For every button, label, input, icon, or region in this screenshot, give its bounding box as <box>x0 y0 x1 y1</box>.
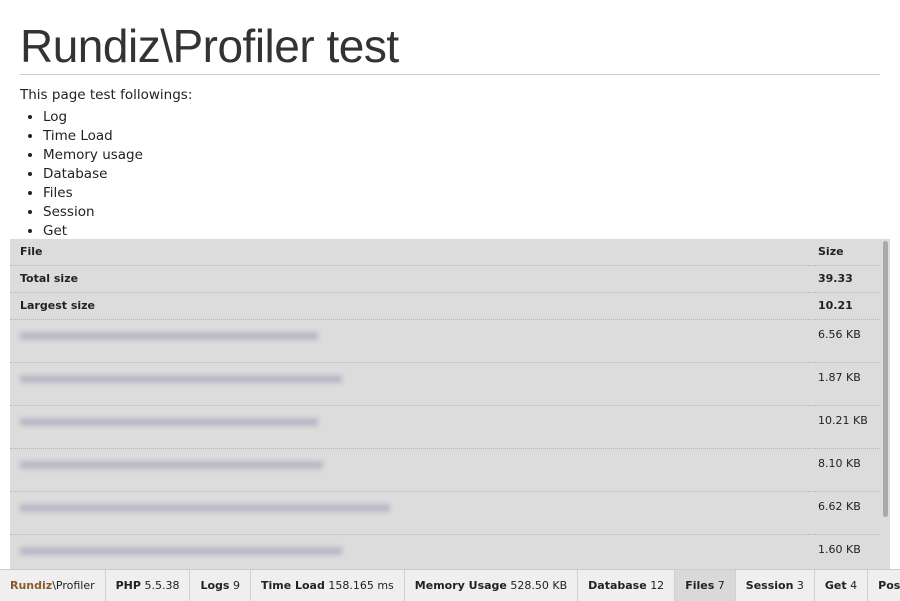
file-size: 6.56 KB <box>818 328 861 341</box>
tab-logs[interactable]: Logs 9 <box>190 570 251 601</box>
tab-label: Get <box>824 579 847 592</box>
largest-size-value: 10.21 KB <box>818 299 853 312</box>
feature-list: Log Time Load Memory usage Database File… <box>20 108 143 241</box>
total-size-label: Total size <box>20 272 79 285</box>
tab-label: Files <box>685 579 715 592</box>
table-row: 6.56 KB <box>10 319 880 363</box>
table-row: 1.60 KB <box>10 534 880 570</box>
blurred-file-path <box>20 375 342 383</box>
file-size: 1.60 KB <box>818 543 861 556</box>
tab-files[interactable]: Files 7 <box>675 570 736 601</box>
scrollbar[interactable] <box>883 241 888 517</box>
tab-label: Session <box>745 579 794 592</box>
table-row: 10.21 KB <box>10 405 880 449</box>
tab-value: 12 <box>650 579 665 592</box>
total-size-row: Total size 39.33 KB <box>10 265 880 293</box>
profiler-brand[interactable]: Rundiz\Profiler <box>0 570 106 601</box>
tab-value: 158.165 ms <box>328 579 394 592</box>
tab-value: 5.5.38 <box>144 579 180 592</box>
table-row: 6.62 KB <box>10 491 880 535</box>
blurred-file-path <box>20 547 342 555</box>
list-item: Session <box>43 203 143 222</box>
file-size: 8.10 KB <box>818 457 861 470</box>
header-file: File <box>20 245 43 258</box>
files-table: File Size Total size 39.33 KB Largest si… <box>10 239 880 570</box>
largest-size-label: Largest size <box>20 299 96 312</box>
divider <box>20 74 880 75</box>
list-item: Log <box>43 108 143 127</box>
tab-label: Memory Usage <box>414 579 507 592</box>
table-header: File Size <box>10 239 880 266</box>
tab-database[interactable]: Database 12 <box>578 570 676 601</box>
profiler-toolbar: Rundiz\Profiler PHP 5.5.38 Logs 9 Time L… <box>0 569 900 601</box>
tab-time-load[interactable]: Time Load 158.165 ms <box>251 570 405 601</box>
blurred-file-path <box>20 332 318 340</box>
tab-value: 7 <box>717 579 725 592</box>
tab-label: PHP <box>115 579 141 592</box>
table-row: 8.10 KB <box>10 448 880 492</box>
blurred-file-path <box>20 418 318 426</box>
blurred-file-path <box>20 461 323 469</box>
total-size-value: 39.33 KB <box>818 272 853 285</box>
file-size: 6.62 KB <box>818 500 861 513</box>
tab-post[interactable]: Post 6 <box>868 570 900 601</box>
file-size: 10.21 KB <box>818 414 868 427</box>
tab-value: 3 <box>796 579 804 592</box>
blurred-file-path <box>20 504 390 512</box>
file-size: 1.87 KB <box>818 371 861 384</box>
list-item: Database <box>43 165 143 184</box>
tab-memory-usage[interactable]: Memory Usage 528.50 KB <box>405 570 579 601</box>
tab-session[interactable]: Session 3 <box>736 570 815 601</box>
header-size: Size <box>818 245 844 258</box>
intro-text: This page test followings: <box>20 87 193 103</box>
list-item: Files <box>43 184 143 203</box>
tab-value: 4 <box>850 579 858 592</box>
tab-label: Post <box>878 579 900 592</box>
tab-value: 9 <box>232 579 240 592</box>
tab-get[interactable]: Get 4 <box>815 570 869 601</box>
brand-bold: Rundiz <box>10 579 53 592</box>
list-item: Time Load <box>43 127 143 146</box>
page-title: Rundiz\Profiler test <box>20 20 399 72</box>
files-panel: File Size Total size 39.33 KB Largest si… <box>10 239 890 570</box>
list-item: Memory usage <box>43 146 143 165</box>
tab-value: 528.50 KB <box>510 579 568 592</box>
tab-label: Database <box>588 579 647 592</box>
table-row: 1.87 KB <box>10 362 880 406</box>
tab-label: Time Load <box>260 579 325 592</box>
tab-label: Logs <box>200 579 230 592</box>
largest-size-row: Largest size 10.21 KB <box>10 292 880 320</box>
tab-php[interactable]: PHP 5.5.38 <box>106 570 191 601</box>
brand-rest: \Profiler <box>52 579 95 592</box>
